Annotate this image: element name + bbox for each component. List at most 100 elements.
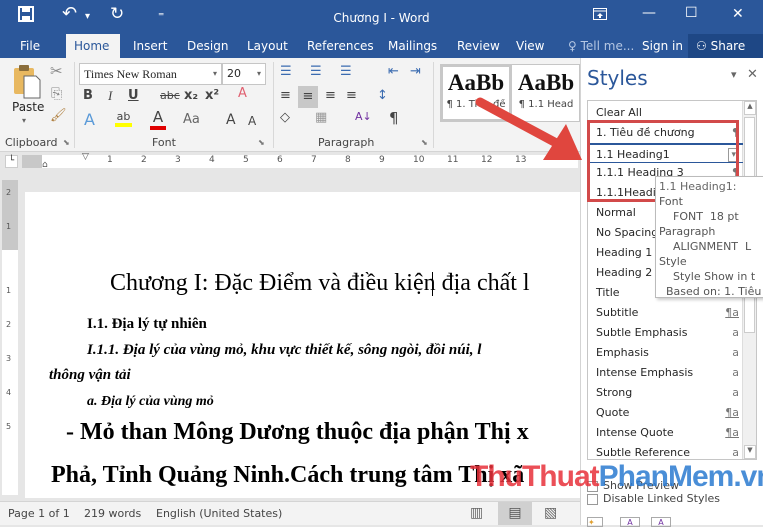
style-item[interactable]: Intense Emphasis a — [588, 363, 743, 383]
numbering-icon[interactable]: ☰ — [310, 64, 322, 79]
document-page[interactable]: Chương I: Đặc Điểm và điều kiện địa chất… — [25, 192, 580, 498]
italic-button[interactable]: I — [108, 88, 112, 104]
borders-icon[interactable]: ▦ — [315, 110, 327, 125]
style-item[interactable]: Intense Quote ¶a — [588, 423, 743, 443]
ruler-number: 1 — [107, 155, 113, 165]
style-item[interactable]: Strong a — [588, 383, 743, 403]
minimize-icon[interactable]: — — [642, 5, 656, 21]
tab-home[interactable]: Home — [66, 34, 120, 58]
gallery-style-heading[interactable]: AaBb ¶ 1.1 Head — [513, 67, 579, 119]
ruler-bar[interactable]: 1 2 3 4 5 6 7 8 9 10 11 12 13 ▽ ⌂ — [22, 152, 578, 170]
shrink-font-button[interactable]: A — [248, 114, 256, 128]
align-right-icon[interactable]: ≡ — [325, 88, 336, 103]
font-name-value: Times New Roman — [84, 67, 177, 81]
styles-gallery: AaBb ¶ 1. Tiêu đề AaBb ¶ 1.1 Head — [440, 64, 580, 122]
tab-review[interactable]: Review — [449, 34, 508, 58]
style-inspector-button[interactable]: A — [620, 517, 640, 527]
justify-icon[interactable]: ≡ — [346, 88, 357, 103]
tab-view[interactable]: View — [508, 34, 552, 58]
ruler-number: 10 — [413, 155, 425, 165]
hanging-indent-marker[interactable]: ⌂ — [42, 160, 48, 170]
tell-me-label: Tell me... — [580, 39, 635, 53]
paragraph-group-label: Paragraph — [318, 136, 375, 149]
style-item[interactable]: Emphasis a — [588, 343, 743, 363]
paragraph-launcher-icon[interactable]: ⬊ — [421, 138, 428, 147]
superscript-button[interactable]: x² — [205, 88, 219, 103]
bullets-icon[interactable]: ☰ — [280, 64, 292, 79]
tab-mailings[interactable]: Mailings — [380, 34, 445, 58]
disable-linked-styles-checkbox[interactable] — [587, 494, 598, 505]
subscript-button[interactable]: x₂ — [184, 88, 198, 103]
style-item[interactable]: Subtitle ¶a — [588, 303, 743, 323]
scroll-up-icon[interactable]: ▲ — [744, 101, 756, 115]
print-layout-icon[interactable]: ▤ — [498, 502, 532, 525]
font-size-dropdown[interactable]: 20 ▾ — [222, 63, 266, 85]
tab-file[interactable]: File — [12, 34, 48, 58]
font-group-label: Font — [152, 136, 176, 149]
clipboard-launcher-icon[interactable]: ⬊ — [63, 138, 70, 147]
tooltip-line: 1.1 Heading1: — [659, 180, 737, 193]
tab-selector-icon[interactable]: └ — [5, 155, 18, 168]
text-effects-button[interactable]: A — [84, 110, 95, 129]
scroll-down-icon[interactable]: ▼ — [744, 445, 756, 459]
align-left-icon[interactable]: ≡ — [280, 88, 291, 103]
pane-close-icon[interactable]: ✕ — [747, 67, 758, 82]
ribbon-tabs: File Home Insert Design Layout Reference… — [0, 34, 763, 58]
tab-references[interactable]: References — [299, 34, 382, 58]
new-style-button[interactable]: ✦ — [587, 517, 603, 527]
change-case-button[interactable]: Aa — [183, 112, 200, 127]
sort-icon[interactable]: A↓ — [355, 110, 372, 123]
paste-label[interactable]: Paste — [12, 100, 44, 114]
tab-layout[interactable]: Layout — [239, 34, 296, 58]
page-count[interactable]: Page 1 of 1 — [8, 507, 70, 520]
decrease-indent-icon[interactable]: ⇤ — [388, 64, 399, 79]
style-item-name: Intense Quote — [596, 426, 674, 439]
manage-styles-button[interactable]: A — [651, 517, 671, 527]
sign-in-link[interactable]: Sign in — [634, 34, 691, 58]
multilevel-list-icon[interactable]: ☰ — [340, 64, 352, 79]
language-indicator[interactable]: English (United States) — [156, 507, 282, 520]
close-icon[interactable]: ✕ — [732, 6, 744, 22]
clear-formatting-icon[interactable]: A — [238, 86, 247, 101]
style-item[interactable]: Subtle Emphasis a — [588, 323, 743, 343]
tell-me-search[interactable]: ♀ Tell me... — [560, 34, 642, 58]
group-separator — [273, 62, 274, 148]
group-separator — [433, 62, 434, 148]
web-layout-icon[interactable]: ▧ — [544, 505, 557, 521]
line-spacing-icon[interactable]: ↕ — [377, 88, 388, 103]
style-item[interactable]: Quote ¶a — [588, 403, 743, 423]
bold-button[interactable]: B — [83, 88, 93, 103]
first-line-indent-marker[interactable]: ▽ — [82, 152, 89, 162]
read-mode-icon[interactable]: ▥ — [470, 505, 483, 521]
format-painter-icon[interactable]: 🖌 — [50, 108, 67, 123]
pane-options-icon[interactable]: ▾ — [731, 68, 737, 81]
cut-icon[interactable]: ✂ — [50, 62, 63, 80]
gallery-style-tieu-de[interactable]: AaBb ¶ 1. Tiêu đề — [440, 64, 512, 122]
font-name-dropdown[interactable]: Times New Roman ▾ — [79, 63, 222, 85]
chevron-down-icon: ▾ — [212, 69, 217, 78]
style-type-icon: ¶a — [725, 426, 739, 439]
grow-font-button[interactable]: A — [226, 112, 236, 128]
watermark-part2: PhanMem.vn — [598, 460, 763, 493]
underline-button[interactable]: U — [128, 88, 139, 103]
highlight-button[interactable]: ab — [115, 110, 132, 127]
ribbon-display-options-icon[interactable] — [593, 8, 607, 24]
font-launcher-icon[interactable]: ⬊ — [258, 138, 265, 147]
paste-dropdown-icon[interactable]: ▾ — [22, 116, 26, 125]
font-color-button[interactable]: A — [150, 108, 166, 130]
shading-icon[interactable]: ◇ — [280, 110, 290, 125]
ruler-number: 4 — [209, 155, 215, 165]
share-button[interactable]: ⚇ Share — [688, 34, 763, 58]
word-count[interactable]: 219 words — [84, 507, 141, 520]
strikethrough-button[interactable]: abc — [160, 89, 180, 102]
style-item-name: Heading 2 — [596, 266, 653, 279]
copy-icon[interactable]: ⎘ — [51, 86, 62, 102]
tab-design[interactable]: Design — [179, 34, 236, 58]
chapter-heading: Chương I: Đặc Điểm và điều kiện địa chất… — [110, 270, 530, 296]
increase-indent-icon[interactable]: ⇥ — [410, 64, 421, 79]
paste-icon[interactable] — [12, 64, 42, 102]
show-formatting-icon[interactable]: ¶ — [389, 109, 399, 127]
maximize-icon[interactable]: ☐ — [685, 5, 698, 21]
tab-insert[interactable]: Insert — [125, 34, 175, 58]
align-center-icon[interactable]: ≡ — [298, 86, 318, 108]
